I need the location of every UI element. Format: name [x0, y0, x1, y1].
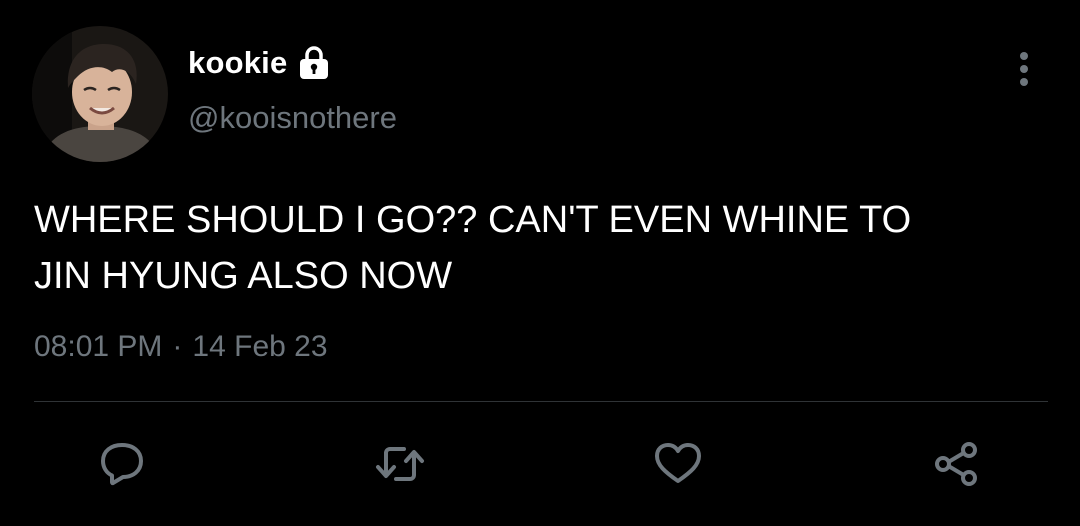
meta-separator: · [172, 330, 183, 363]
share-nodes-icon [935, 442, 977, 486]
heart-icon [655, 443, 701, 483]
retweet-arrows-icon [376, 447, 424, 481]
reply-button[interactable] [92, 434, 152, 494]
user-handle[interactable]: @kooisnothere [188, 100, 397, 136]
divider [34, 401, 1048, 402]
display-name-row: kookie [188, 40, 333, 86]
share-button[interactable] [926, 434, 986, 494]
profile-photo [32, 26, 168, 162]
more-options-button[interactable] [1008, 48, 1040, 90]
lock-icon [295, 44, 333, 82]
tweet-text: WHERE SHOULD I GO?? CAN'T EVEN WHINE TO … [34, 199, 912, 297]
retweet-button[interactable] [370, 434, 430, 494]
vertical-ellipsis-icon [1020, 52, 1028, 86]
speech-bubble-icon [101, 443, 143, 486]
like-button[interactable] [648, 434, 708, 494]
tweet-date[interactable]: 14 Feb 23 [192, 330, 327, 364]
tweet-timestamp: 08:01 PM · 14 Feb 23 [34, 330, 328, 364]
tweet-time[interactable]: 08:01 PM [34, 330, 162, 364]
display-name[interactable]: kookie [188, 45, 287, 81]
avatar[interactable] [32, 26, 168, 162]
